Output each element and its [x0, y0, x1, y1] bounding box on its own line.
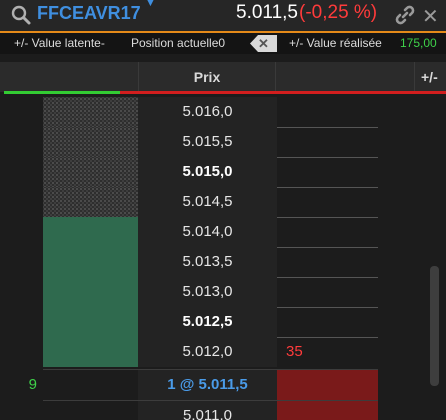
bid-indicator-bar — [4, 91, 120, 94]
ask-indicator-bar — [120, 91, 446, 94]
value-latente-label: +/- Value latente- — [14, 36, 105, 50]
ask-qty-cell[interactable] — [277, 307, 378, 337]
price-cell[interactable]: 5.012,5 — [138, 307, 277, 337]
close-icon[interactable]: ✕ — [422, 4, 439, 29]
ask-qty-cell[interactable] — [277, 401, 378, 420]
position-info-bar: +/- Value latente- Position actuelle0 ✕ … — [0, 33, 446, 54]
price-cell[interactable]: 5.013,5 — [138, 247, 277, 277]
bid-depth-cell[interactable] — [43, 401, 138, 420]
ask-qty-cell[interactable] — [277, 127, 378, 157]
bid-qty-cell[interactable] — [0, 217, 43, 247]
ladder-header: Prix +/- — [0, 62, 446, 92]
bid-depth-cell[interactable] — [43, 370, 138, 400]
value-realisee-label: +/- Value réalisée — [289, 36, 382, 50]
bid-depth-cell[interactable] — [43, 187, 138, 217]
clear-x-icon[interactable]: ✕ — [250, 35, 277, 52]
bid-qty-cell[interactable] — [0, 277, 43, 307]
price-cell[interactable]: 5.016,0 — [138, 97, 277, 127]
instrument-bar: FFCEAVR17 ▼ 5.011,5 (-0,25 %) ✕ — [0, 0, 446, 31]
ask-column-header[interactable] — [276, 62, 414, 92]
chevron-down-icon[interactable]: ▼ — [145, 0, 156, 9]
ask-qty-cell[interactable] — [277, 247, 378, 277]
position-actuelle-label: Position actuelle0 — [131, 36, 226, 50]
bid-qty-cell[interactable] — [0, 307, 43, 337]
ladder-row[interactable]: 5.012,5 — [0, 307, 446, 337]
price-change: (-0,25 %) — [299, 2, 378, 23]
ask-qty-cell[interactable]: 35 — [277, 337, 378, 367]
bid-depth-cell[interactable] — [43, 307, 138, 337]
ladder-row[interactable]: 5.015,0 — [0, 157, 446, 187]
bid-qty-cell[interactable] — [0, 97, 43, 127]
price-cell[interactable]: 5.011,0 — [138, 401, 277, 420]
ask-qty-cell[interactable] — [277, 370, 378, 400]
bid-qty-cell[interactable]: 9 — [0, 370, 43, 400]
vertical-scrollbar[interactable] — [430, 266, 439, 386]
ladder-row[interactable]: 5.012,0 35 — [0, 337, 446, 367]
bid-qty-cell[interactable] — [0, 337, 43, 367]
ask-qty-cell[interactable] — [277, 277, 378, 307]
ladder-row[interactable]: 5.014,0 — [0, 217, 446, 247]
last-trade-price-cell[interactable]: 1 @ 5.011,5 — [138, 370, 277, 400]
last-price: 5.011,5 — [236, 2, 298, 23]
search-icon[interactable] — [10, 4, 32, 26]
value-realisee-amount: 175,00 — [400, 36, 437, 50]
ladder-row[interactable]: 5.013,0 — [0, 277, 446, 307]
prix-column-header[interactable]: Prix — [138, 62, 276, 92]
bid-qty-cell[interactable] — [0, 401, 43, 420]
ask-qty-cell[interactable] — [277, 217, 378, 247]
bid-column-header[interactable] — [0, 62, 138, 92]
bid-qty-cell[interactable] — [0, 127, 43, 157]
price-cell[interactable]: 5.015,0 — [138, 157, 277, 187]
bid-qty-cell[interactable] — [0, 157, 43, 187]
price-cell[interactable]: 5.015,5 — [138, 127, 277, 157]
instrument-symbol[interactable]: FFCEAVR17 — [37, 3, 141, 24]
bid-depth-cell[interactable] — [43, 157, 138, 187]
ladder-row[interactable]: 5.011,0 — [0, 401, 446, 420]
ladder-row[interactable]: 5.016,0 — [0, 97, 446, 127]
ladder-row[interactable]: 5.013,5 — [0, 247, 446, 277]
price-cell[interactable]: 5.012,0 — [138, 337, 277, 367]
bid-depth-cell[interactable] — [43, 337, 138, 367]
bid-depth-cell[interactable] — [43, 217, 138, 247]
bid-depth-cell[interactable] — [43, 277, 138, 307]
bid-depth-cell[interactable] — [43, 127, 138, 157]
bid-depth-cell[interactable] — [43, 247, 138, 277]
bid-qty-cell[interactable] — [0, 247, 43, 277]
pnl-column-header[interactable]: +/- — [414, 62, 446, 92]
price-cell[interactable]: 5.013,0 — [138, 277, 277, 307]
price-cell[interactable]: 5.014,0 — [138, 217, 277, 247]
bid-qty-cell[interactable] — [0, 187, 43, 217]
ladder-row-last-trade[interactable]: 9 1 @ 5.011,5 — [0, 370, 446, 400]
link-icon[interactable] — [394, 4, 416, 26]
ask-qty-cell[interactable] — [277, 157, 378, 187]
ask-qty-cell[interactable] — [277, 187, 378, 217]
ladder-row[interactable]: 5.014,5 — [0, 187, 446, 217]
bid-depth-cell[interactable] — [43, 97, 138, 127]
price-cell[interactable]: 5.014,5 — [138, 187, 277, 217]
ladder-row[interactable]: 5.015,5 — [0, 127, 446, 157]
ask-qty-cell[interactable] — [277, 97, 378, 127]
